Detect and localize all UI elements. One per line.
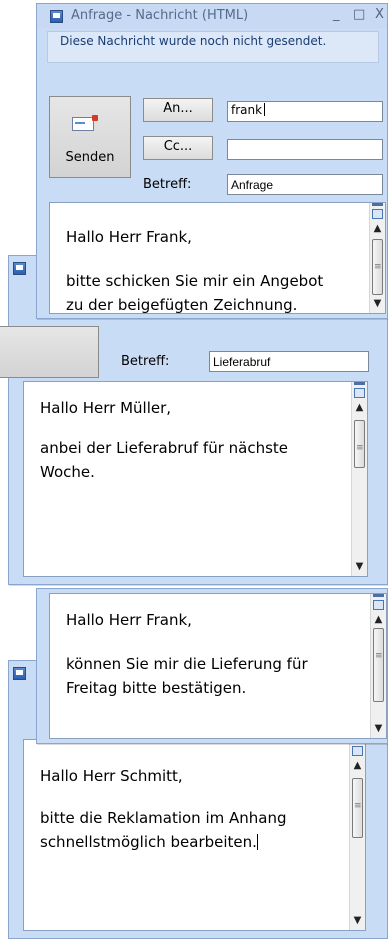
close-icon[interactable]: X [375,7,384,22]
body-line-2: bitte schicken Sie mir ein Angebot [66,272,324,290]
scroll-up-arrow-icon[interactable]: ▲ [370,223,385,234]
scroll-thumb[interactable] [352,778,363,838]
body-line-2: können Sie mir die Lieferung für [66,655,308,673]
body-line-3: Woche. [40,463,95,481]
to-field[interactable]: frank [227,101,383,122]
scroll-up-arrow-icon[interactable]: ▲ [352,402,367,413]
body-line-2: anbei der Lieferabruf für nächste [40,439,289,457]
split-handle[interactable] [373,594,384,597]
split-handle[interactable] [354,382,365,385]
vertical-scrollbar[interactable]: ▲ ▼ [351,382,367,576]
body-line-1: Hallo Herr Frank, [66,611,192,629]
body-line-1: Hallo Herr Schmitt, [40,767,183,785]
message-body[interactable]: Hallo Herr Schmitt, bitte die Reklamatio… [23,739,366,931]
cc-field[interactable] [227,139,383,160]
to-button[interactable]: An... [143,98,213,122]
scroll-thumb[interactable] [372,239,383,295]
message-body[interactable]: Hallo Herr Müller, anbei der Lieferabruf… [23,381,368,577]
view-icon[interactable] [352,746,363,756]
message-body[interactable]: Hallo Herr Frank, können Sie mir die Lie… [49,593,387,739]
maximize-icon[interactable]: □ [353,7,365,22]
message-body[interactable]: Hallo Herr Frank, bitte schicken Sie mir… [49,202,386,314]
title-bar[interactable]: Anfrage - Nachricht (HTML) _ □ X [37,4,387,28]
scroll-thumb[interactable] [354,420,365,468]
body-line-3: Freitag bitte bestätigen. [66,679,247,697]
scroll-down-arrow-icon[interactable]: ▼ [370,298,385,309]
vertical-scrollbar[interactable]: ▲ ▼ [369,203,385,313]
scroll-up-arrow-icon[interactable]: ▲ [371,614,386,625]
vertical-scrollbar[interactable]: ▲ ▼ [349,740,365,930]
split-handle[interactable] [372,203,383,206]
message-window-3: Hallo Herr Frank, können Sie mir die Lie… [36,588,388,744]
scroll-down-arrow-icon[interactable]: ▼ [371,723,386,734]
subject-field[interactable] [209,351,369,372]
scroll-down-arrow-icon[interactable]: ▼ [350,915,365,926]
app-icon [13,667,26,680]
body-line-2: bitte die Reklamation im Anhang [40,809,287,827]
scroll-thumb[interactable] [373,628,384,702]
window-title: Anfrage - Nachricht (HTML) [71,8,249,23]
body-line-3: schnellstmöglich bearbeiten. [40,833,258,851]
body-line-3: zu der beigefügten Zeichnung. [66,296,298,314]
send-button[interactable]: Senden [49,96,131,178]
view-icon[interactable] [372,209,383,219]
subject-label: Betreff: [143,177,192,192]
send-envelope-icon [72,115,98,131]
body-line-1: Hallo Herr Müller, [40,399,172,417]
subject-field[interactable] [227,174,383,195]
text-caret [256,834,258,850]
info-bar: Diese Nachricht wurde noch nicht gesende… [47,31,379,63]
scroll-up-arrow-icon[interactable]: ▲ [350,760,365,771]
cc-button[interactable]: Cc... [143,136,213,160]
text-caret [264,103,266,116]
send-button[interactable] [0,326,99,378]
minimize-icon[interactable]: _ [333,7,340,22]
vertical-scrollbar[interactable]: ▲ ▼ [370,594,386,738]
view-icon[interactable] [373,600,384,610]
app-icon [50,10,63,23]
scroll-down-arrow-icon[interactable]: ▼ [352,561,367,572]
app-icon [13,262,26,275]
send-label: Senden [65,150,115,165]
body-line-1: Hallo Herr Frank, [66,228,192,246]
view-icon[interactable] [354,388,365,398]
message-window-1: Anfrage - Nachricht (HTML) _ □ X Diese N… [36,3,388,319]
subject-label: Betreff: [121,354,170,369]
